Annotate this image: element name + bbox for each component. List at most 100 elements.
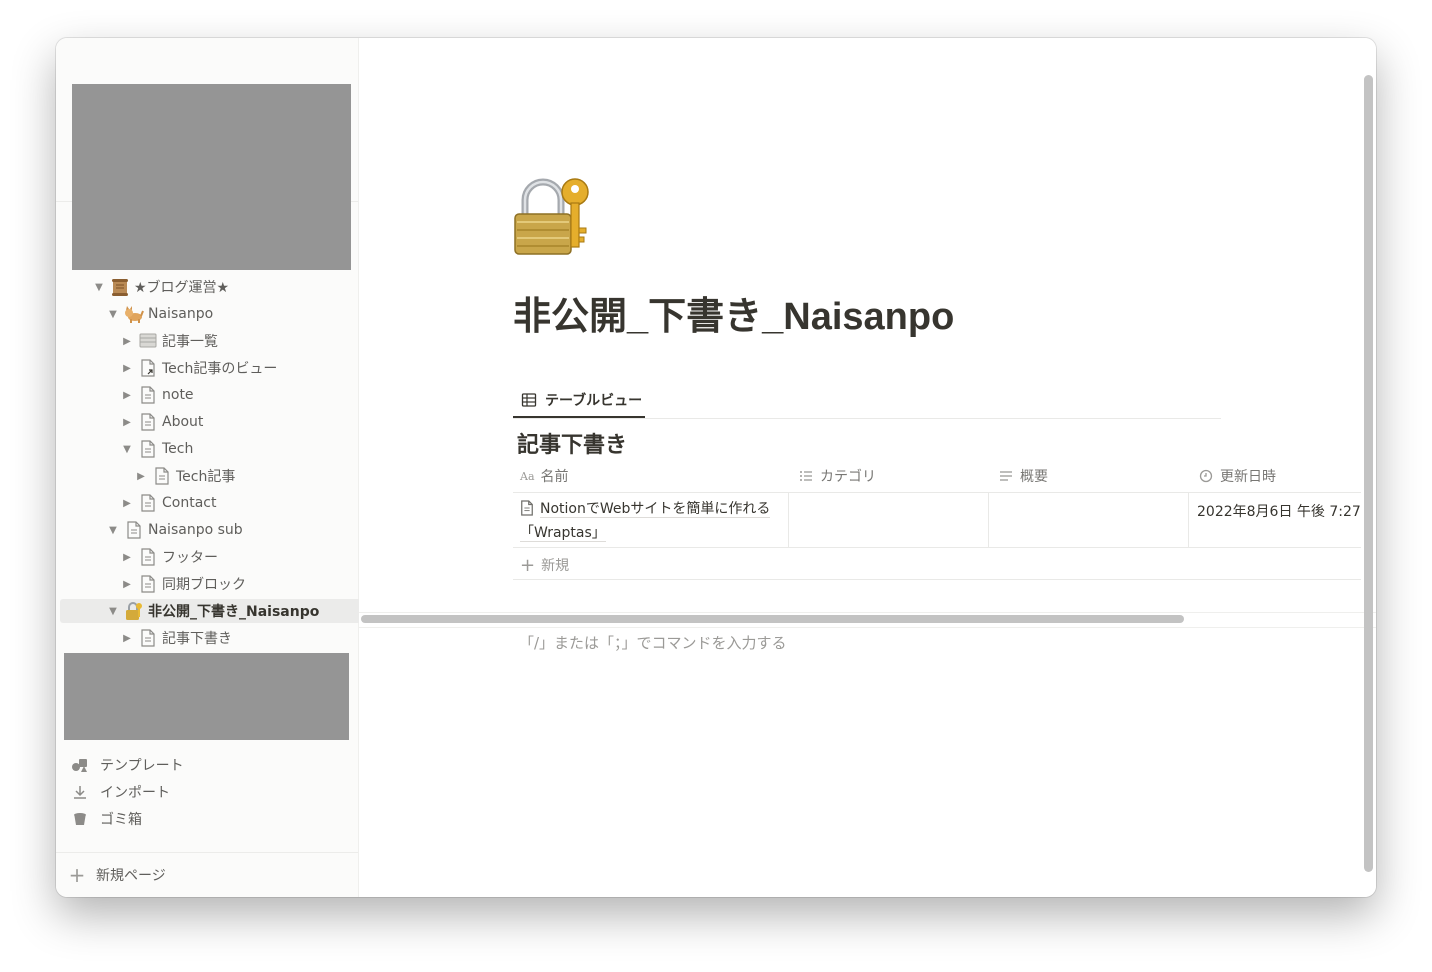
sidebar-item-naisanpo-sub[interactable]: ▼ Naisanpo sub [60,518,385,542]
sidebar-item-about[interactable]: ▶ About [60,410,399,434]
sidebar-item-blog[interactable]: ▼ ★ブログ運営★ [60,275,371,299]
sidebar-item-synced-block[interactable]: ▶ 同期ブロック [60,572,399,596]
collapsed-toggle-icon[interactable]: ▶ [120,336,134,347]
page-icon [138,547,158,567]
clock-icon [1196,466,1216,486]
command-input-placeholder[interactable]: 「/」または「；」でコマンドを入力する [519,632,787,653]
sidebar-item-label: Tech記事のビュー [162,361,278,377]
sidebar-item-tech-view[interactable]: ▶ Tech記事のビュー [60,356,399,380]
table-column-divider [988,493,989,547]
page-icon [138,439,158,459]
collapsed-toggle-icon[interactable]: ▶ [120,417,134,428]
page-icon [152,466,172,486]
table-icon [519,390,539,410]
redacted-area [64,653,349,740]
scroll-emoji-icon [110,277,130,297]
expand-toggle-icon[interactable]: ▼ [92,282,106,293]
sidebar-trash[interactable]: ゴミ箱 [70,807,142,831]
sidebar-tool-label: ゴミ箱 [100,812,142,828]
table-column-divider [1188,493,1189,547]
sidebar-item-article-list[interactable]: ▶ 記事一覧 [60,329,399,353]
sidebar-item-article-drafts[interactable]: ▶ 記事下書き [60,626,399,650]
title-aa-icon: Aa [520,469,535,483]
page-icon [138,412,158,432]
page-icon [138,385,158,405]
collapsed-toggle-icon[interactable]: ▶ [120,498,134,509]
sidebar-item-label: Naisanpo [148,306,214,322]
row-title-text[interactable]: NotionでWebサイトを簡単に作れる「Wraptas」 [520,501,771,542]
collapsed-toggle-icon[interactable]: ▶ [120,363,134,374]
table-row-name-cell[interactable]: NotionでWebサイトを簡単に作れる「Wraptas」 [520,499,782,544]
sidebar-item-label: Tech記事 [176,469,236,485]
collapsed-toggle-icon[interactable]: ▶ [120,633,134,644]
sidebar-item-label: Tech [162,441,194,457]
sidebar-item-label: ★ブログ運営★ [134,280,230,296]
database-icon [138,331,158,351]
column-header-category[interactable]: カテゴリ [796,464,876,488]
linked-page-icon [138,358,158,378]
table-row-updated-cell[interactable]: 2022年8月6日 午後 7:27 [1197,501,1361,521]
sidebar-item-label: 同期ブロック [162,577,246,593]
expand-toggle-icon[interactable]: ▼ [106,525,120,536]
cat-emoji-icon [124,304,144,324]
sidebar-divider [56,852,358,853]
sidebar-item-label: 記事一覧 [162,334,218,350]
sidebar-item-naisanpo[interactable]: ▼ Naisanpo [60,302,385,326]
sidebar-item-label: Naisanpo sub [148,522,243,538]
vertical-scrollbar[interactable] [1364,75,1373,872]
column-header-name[interactable]: Aa 名前 [520,464,569,488]
sidebar-item-label: Contact [162,495,217,511]
sidebar-item-label: note [162,387,194,403]
collapsed-toggle-icon[interactable]: ▶ [120,390,134,401]
expand-toggle-icon[interactable]: ▼ [106,309,120,320]
text-lines-icon [996,466,1016,486]
sidebar-item-private-drafts[interactable]: ▼ 非公開_下書き_Naisanpo [60,599,385,623]
new-page-button[interactable]: + 新規ページ [68,863,166,887]
sidebar-item-label: About [162,414,204,430]
trash-icon [70,809,90,829]
lock-key-emoji-icon [124,601,144,621]
page-icon [138,574,158,594]
sidebar-templates[interactable]: テンプレート [70,753,184,777]
horizontal-scrollbar[interactable] [361,615,1184,623]
page-title[interactable]: 非公開_下書き_Naisanpo [513,285,954,340]
collapsed-toggle-icon[interactable]: ▶ [120,579,134,590]
sidebar-item-label: 記事下書き [162,631,232,647]
sidebar-item-note[interactable]: ▶ note [60,383,399,407]
tab-table-view[interactable]: テーブルビュー [513,384,645,418]
collapsed-toggle-icon[interactable]: ▶ [120,552,134,563]
lock-with-key-emoji-icon[interactable] [513,176,599,256]
column-header-label: 概要 [1020,469,1048,485]
column-header-label: 名前 [540,469,569,485]
table-column-divider [788,493,789,547]
redacted-area [72,84,351,270]
table-header-border [513,492,1361,493]
page-icon [138,628,158,648]
tab-divider [513,418,1221,419]
sidebar-import[interactable]: インポート [70,780,170,804]
expand-toggle-icon[interactable]: ▼ [120,444,134,455]
sidebar-item-label: フッター [162,550,218,566]
page-icon [520,500,534,523]
plus-icon: + [520,554,536,576]
new-page-label: 新規ページ [96,868,166,884]
database-title[interactable]: 記事下書き [517,427,627,459]
column-header-summary[interactable]: 概要 [996,464,1048,488]
add-row-button[interactable]: + 新規 [520,554,569,576]
multi-select-icon [796,466,816,486]
download-icon [70,782,90,802]
plus-icon: + [68,863,86,887]
table-new-row-border [513,579,1361,580]
expand-toggle-icon[interactable]: ▼ [106,606,120,617]
app-window: ▼ ★ブログ運営★ ▼ Naisanpo ▶ 記事一覧 ▶ Tech記事のビュー… [56,38,1376,897]
sidebar-item-footer[interactable]: ▶ フッター [60,545,399,569]
sidebar-item-contact[interactable]: ▶ Contact [60,491,399,515]
sidebar-item-tech[interactable]: ▼ Tech [60,437,399,461]
tab-label: テーブルビュー [545,393,643,409]
column-header-updated[interactable]: 更新日時 [1196,464,1276,488]
collapsed-toggle-icon[interactable]: ▶ [134,471,148,482]
sidebar-tool-label: インポート [100,785,170,801]
add-row-label: 新規 [541,558,570,574]
page-icon [138,493,158,513]
shapes-icon [70,755,90,775]
